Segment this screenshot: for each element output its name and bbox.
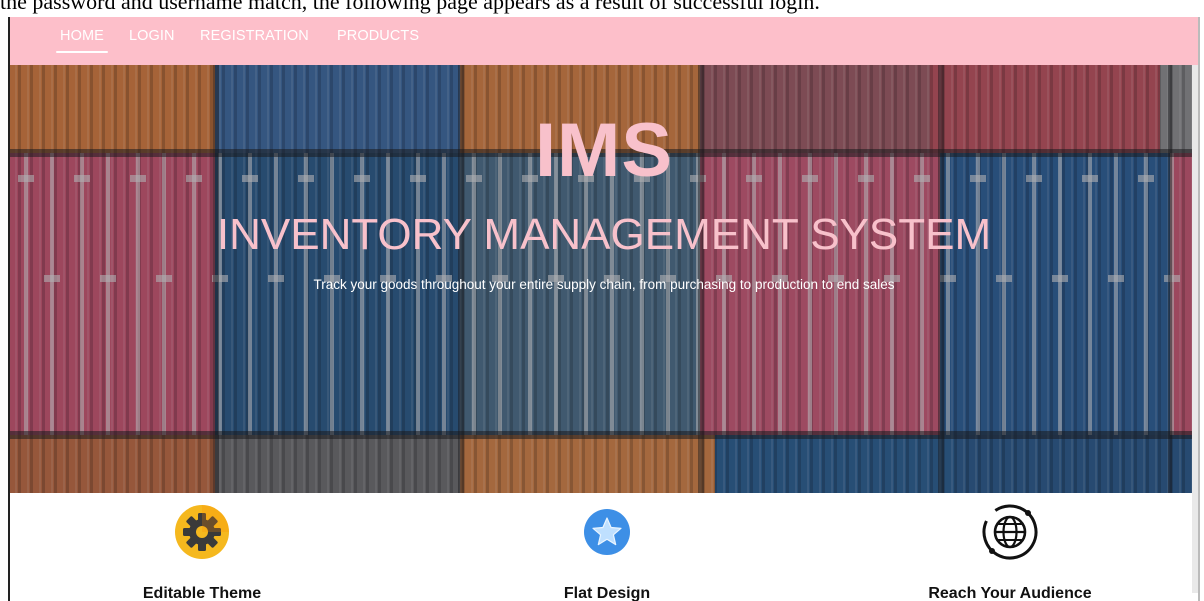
browser-viewport: HOME LOGIN REGISTRATION PRODUCTS IMS INV… xyxy=(8,17,1200,601)
feature-flat-design: Flat Design xyxy=(457,501,757,601)
star-icon xyxy=(584,509,630,555)
hero-subtitle: INVENTORY MANAGEMENT SYSTEM xyxy=(216,210,992,259)
document-caption: the password and username match, the fol… xyxy=(0,0,820,14)
nav-registration-link[interactable]: REGISTRATION xyxy=(200,28,309,44)
hero-tagline: Track your goods throughout your entire … xyxy=(313,277,895,292)
gear-icon xyxy=(175,505,229,559)
top-navbar: HOME LOGIN REGISTRATION PRODUCTS xyxy=(10,17,1198,65)
hero-title: IMS xyxy=(534,108,674,193)
hero-banner: IMS INVENTORY MANAGEMENT SYSTEM Track yo… xyxy=(10,65,1198,493)
feature-label: Reach Your Audience xyxy=(928,585,1092,601)
feature-reach-audience: Reach Your Audience xyxy=(860,501,1160,601)
nav-products-link[interactable]: PRODUCTS xyxy=(337,28,419,44)
feature-label: Flat Design xyxy=(563,585,651,601)
nav-login-link[interactable]: LOGIN xyxy=(129,28,175,44)
nav-home-link[interactable]: HOME xyxy=(56,28,108,53)
page-scrollbar[interactable] xyxy=(1192,65,1198,593)
globe-icon xyxy=(982,504,1038,560)
feature-editable-theme: Editable Theme xyxy=(52,501,352,601)
feature-label: Editable Theme xyxy=(142,585,262,601)
